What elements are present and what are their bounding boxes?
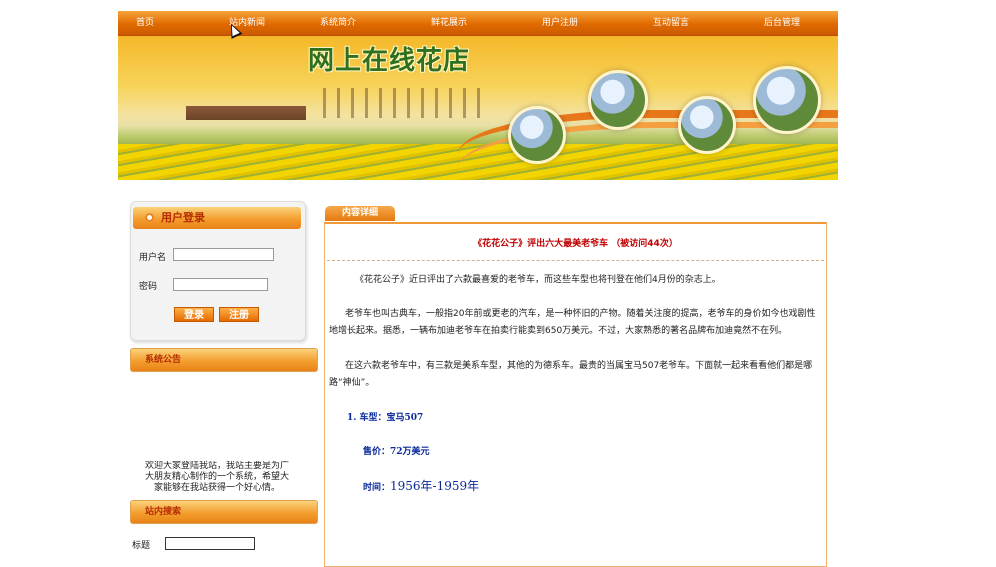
login-panel-header: 用户登录 — [133, 207, 301, 229]
article-title: 《花花公子》评出六大最美老爷车 （被访问44次） — [473, 239, 678, 249]
password-input[interactable] — [173, 278, 268, 291]
login-title: 用户登录 — [161, 211, 205, 224]
article-panel: 《花花公子》评出六大最美老爷车 （被访问44次） 《花花公子》近日评出了六款最喜… — [324, 222, 827, 567]
article-paragraph: 老爷车也叫古典车，一般指20年前或更老的汽车，是一种怀旧的产物。随着关注度的提高… — [329, 309, 816, 336]
article-paragraph: 在这六款老爷车中，有三款是美系车型，其他的为德系车。最贵的当属宝马507老爷车。… — [329, 361, 813, 388]
username-label: 用户名 — [139, 253, 167, 263]
divider — [327, 260, 824, 261]
notice-header: 系统公告 — [130, 348, 318, 372]
car-time: 时间：1956年-1959年 — [363, 478, 857, 497]
nav-home[interactable]: 首页 — [105, 11, 185, 35]
car-model: 1. 车型：宝马507 — [347, 413, 424, 423]
tab-content-detail[interactable]: 内容详细 — [325, 206, 395, 221]
header-banner: 网上在线花店 — [118, 36, 838, 180]
page: 首页 站内新闻 系统简介 鲜花展示 用户注册 互动留言 后台管理 网上在线花店 … — [118, 11, 838, 567]
nav-intro[interactable]: 系统简介 — [298, 11, 378, 35]
nav-admin[interactable]: 后台管理 — [742, 11, 822, 35]
banner-photo-bubble — [678, 96, 736, 154]
password-label: 密码 — [139, 282, 158, 292]
banner-building — [186, 106, 306, 120]
site-title: 网上在线花店 — [308, 46, 471, 76]
article-paragraph: 《花花公子》近日评出了六款最喜爱的老爷车，而这些车型也将刊登在他们4月份的杂志上… — [355, 275, 721, 285]
car-time-prefix: 时间： — [363, 483, 391, 493]
top-nav: 首页 站内新闻 系统简介 鲜花展示 用户注册 互动留言 后台管理 — [118, 11, 838, 36]
car-price: 售价：72万美元 — [363, 447, 430, 457]
banner-trees — [323, 88, 483, 118]
search-input[interactable] — [165, 537, 255, 550]
login-button[interactable]: 登录 — [174, 307, 214, 322]
nav-register[interactable]: 用户注册 — [520, 11, 600, 35]
bullet-icon — [145, 213, 154, 222]
banner-photo-bubble — [588, 70, 648, 130]
nav-news[interactable]: 站内新闻 — [207, 11, 287, 35]
car-time-value: 1956年-1959年 — [390, 479, 480, 493]
banner-photo-bubble — [508, 106, 566, 164]
banner-photo-bubble — [753, 66, 821, 134]
search-header: 站内搜索 — [130, 500, 318, 524]
search-title-label: 标题 — [132, 541, 151, 551]
username-input[interactable] — [173, 248, 274, 261]
register-button[interactable]: 注册 — [219, 307, 259, 322]
nav-flowers[interactable]: 鲜花展示 — [409, 11, 489, 35]
login-panel: 用户登录 用户名 密码 登录 注册 — [130, 201, 306, 341]
nav-guestbook[interactable]: 互动留言 — [631, 11, 711, 35]
notice-text: 欢迎大家登陆我站，我站主要是为广大朋友精心制作的一个系统，希望大家能够在我站获得… — [144, 461, 289, 491]
